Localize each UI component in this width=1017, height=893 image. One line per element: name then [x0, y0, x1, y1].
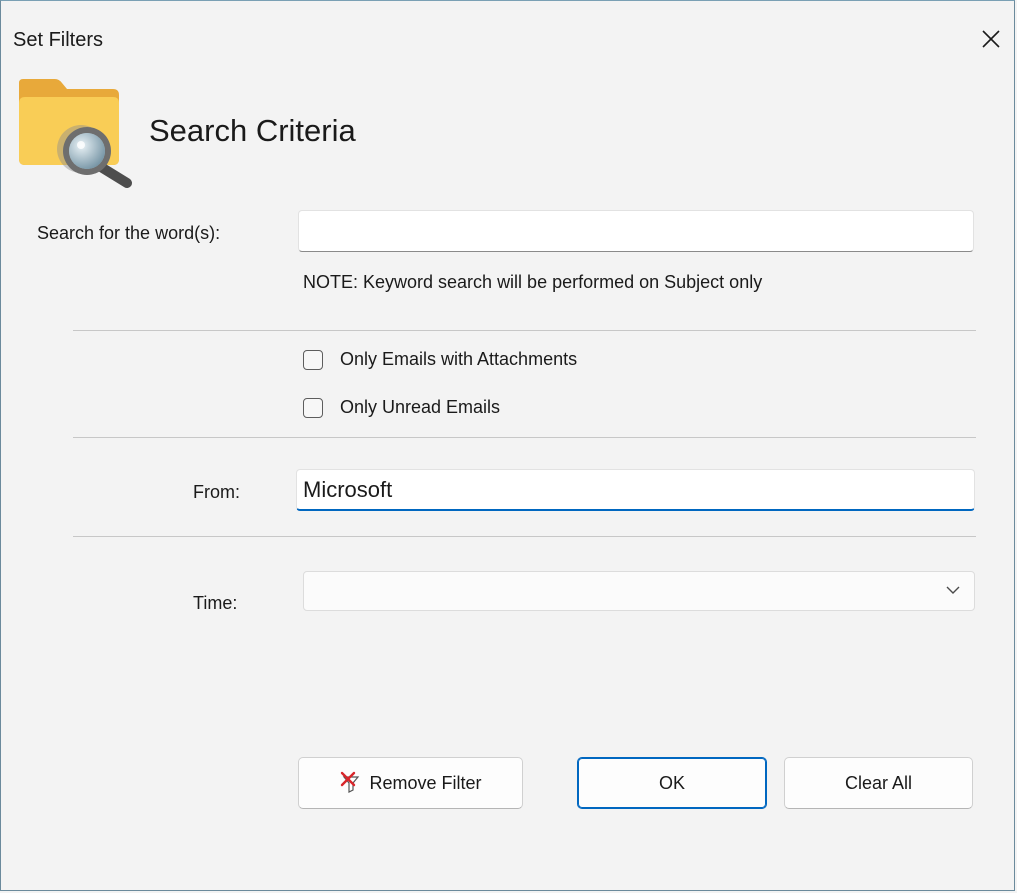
attachments-label: Only Emails with Attachments [340, 349, 578, 369]
folder-search-icon [15, 77, 139, 189]
remove-filter-button[interactable]: Remove Filter [298, 757, 523, 809]
time-label: Time: [193, 593, 238, 613]
set-filters-dialog: Set Filters Search Criteria Search for t… [0, 0, 1015, 891]
search-words-input[interactable] [298, 210, 974, 252]
from-label: From: [193, 482, 240, 502]
time-select[interactable] [303, 571, 975, 611]
title-bar[interactable]: Set Filters [1, 1, 1014, 79]
keyword-note: NOTE: Keyword search will be performed o… [303, 272, 763, 292]
clear-all-label: Clear All [844, 772, 913, 793]
unread-checkbox[interactable] [303, 397, 323, 418]
search-words-label: Search for the word(s): [37, 223, 221, 243]
ok-button[interactable]: OK [577, 757, 767, 809]
remove-filter-icon [339, 771, 363, 795]
window-title: Set Filters [13, 29, 104, 51]
attachments-checkbox[interactable] [303, 349, 323, 370]
ok-label: OK [658, 772, 685, 793]
unread-option[interactable]: Only Unread Emails [303, 397, 500, 418]
divider-3 [73, 536, 976, 537]
divider-1 [73, 330, 976, 331]
chevron-down-icon [946, 586, 960, 594]
attachments-option[interactable]: Only Emails with Attachments [303, 349, 577, 370]
close-icon [982, 30, 1000, 48]
clear-all-button[interactable]: Clear All [784, 757, 973, 809]
unread-label: Only Unread Emails [340, 397, 501, 417]
remove-filter-label: Remove Filter [369, 772, 482, 793]
divider-2 [73, 437, 976, 438]
close-button[interactable] [968, 19, 1014, 59]
from-input[interactable] [296, 469, 975, 511]
section-title: Search Criteria [149, 113, 356, 148]
